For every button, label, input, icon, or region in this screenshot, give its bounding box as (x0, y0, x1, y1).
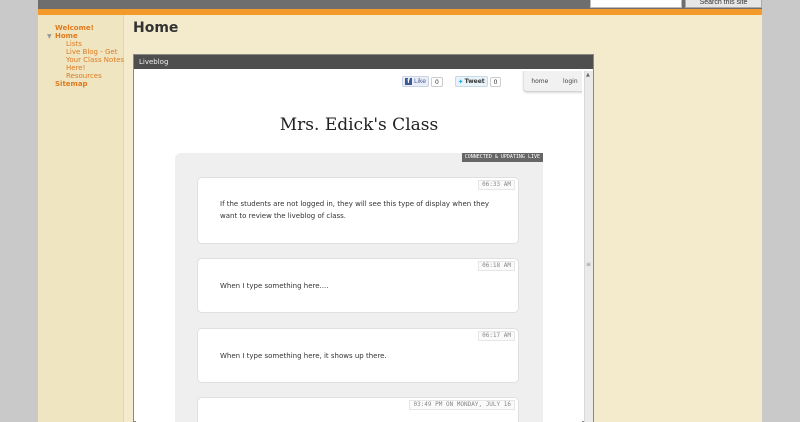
tweet-count: 0 (489, 76, 502, 87)
blog-entry: 06:18 AM When I type something here.... (197, 258, 519, 313)
blog-entry: 06:17 AM When I type something here, it … (197, 328, 519, 383)
blog-mini-nav: home login (523, 71, 582, 92)
blog-entry: 06:33 AM If the students are not logged … (197, 177, 519, 244)
sidebar-item-resources[interactable]: Resources (55, 72, 133, 80)
blog-title: Mrs. Edick's Class (279, 115, 439, 135)
social-buttons: f Like 0 ✦ Tweet 0 (402, 76, 502, 88)
blog-entry: 03:49 PM ON MONDAY, JULY 16 (197, 397, 519, 422)
window-edge (762, 0, 800, 422)
sidebar-nav: Welcome! ▼ Home Lists Live Blog - Get Yo… (47, 24, 133, 88)
sidebar-item-sitemap[interactable]: Sitemap (55, 80, 133, 88)
tweet-label: Tweet (464, 78, 485, 85)
entry-text: When I type something here, it shows up … (220, 352, 387, 360)
page-title: Home (133, 20, 179, 36)
sidebar-item-home-label: Home (55, 32, 78, 40)
page: Search this site Welcome! ▼ Home Lists L… (38, 0, 762, 422)
blog-home-link[interactable]: home (531, 78, 548, 85)
search-button[interactable]: Search this site (685, 0, 762, 8)
tweet-button[interactable]: ✦ Tweet (454, 76, 488, 87)
twitter-tweet[interactable]: ✦ Tweet 0 (454, 76, 502, 87)
scroll-grip-icon[interactable]: ≡ (586, 261, 591, 268)
frame-scrollbar[interactable]: ▲ ≡ (584, 71, 593, 422)
entry-text: If the students are not logged in, they … (220, 200, 490, 220)
liveblog-frame: f Like 0 ✦ Tweet 0 home login Mrs. Edick… (136, 71, 582, 422)
search-input[interactable] (590, 0, 682, 8)
panel-header: Liveblog (134, 55, 593, 69)
twitter-bird-icon: ✦ (457, 77, 464, 86)
expand-triangle-icon[interactable]: ▼ (47, 33, 52, 41)
entry-timestamp: 06:17 AM (478, 331, 515, 341)
liveblog-panel: Liveblog f Like 0 ✦ Tweet 0 home login M… (133, 54, 594, 422)
liveblog-feed: CONNECTED & UPDATING LIVE 06:33 AM If th… (175, 153, 543, 422)
like-count: 0 (430, 76, 443, 87)
right-pane (594, 15, 762, 422)
sidebar-item-live-blog[interactable]: Live Blog - Get Your Class Notes Here! (55, 48, 133, 72)
sidebar-item-home[interactable]: ▼ Home (47, 32, 133, 40)
entry-timestamp: 03:49 PM ON MONDAY, JULY 16 (409, 400, 515, 410)
sidebar-item-lists[interactable]: Lists (55, 40, 133, 48)
like-label: Like (414, 78, 426, 85)
blog-login-link[interactable]: login (563, 78, 578, 85)
entry-text: When I type something here.... (220, 282, 329, 290)
like-button[interactable]: f Like (402, 76, 429, 87)
entry-timestamp: 06:33 AM (478, 180, 515, 190)
facebook-like[interactable]: f Like 0 (402, 76, 443, 87)
sidebar-item-welcome[interactable]: Welcome! (55, 24, 133, 32)
entry-timestamp: 06:18 AM (478, 261, 515, 271)
facebook-icon: f (405, 78, 412, 85)
scroll-up-arrow-icon[interactable]: ▲ (586, 72, 590, 78)
live-status-badge: CONNECTED & UPDATING LIVE (461, 153, 543, 162)
